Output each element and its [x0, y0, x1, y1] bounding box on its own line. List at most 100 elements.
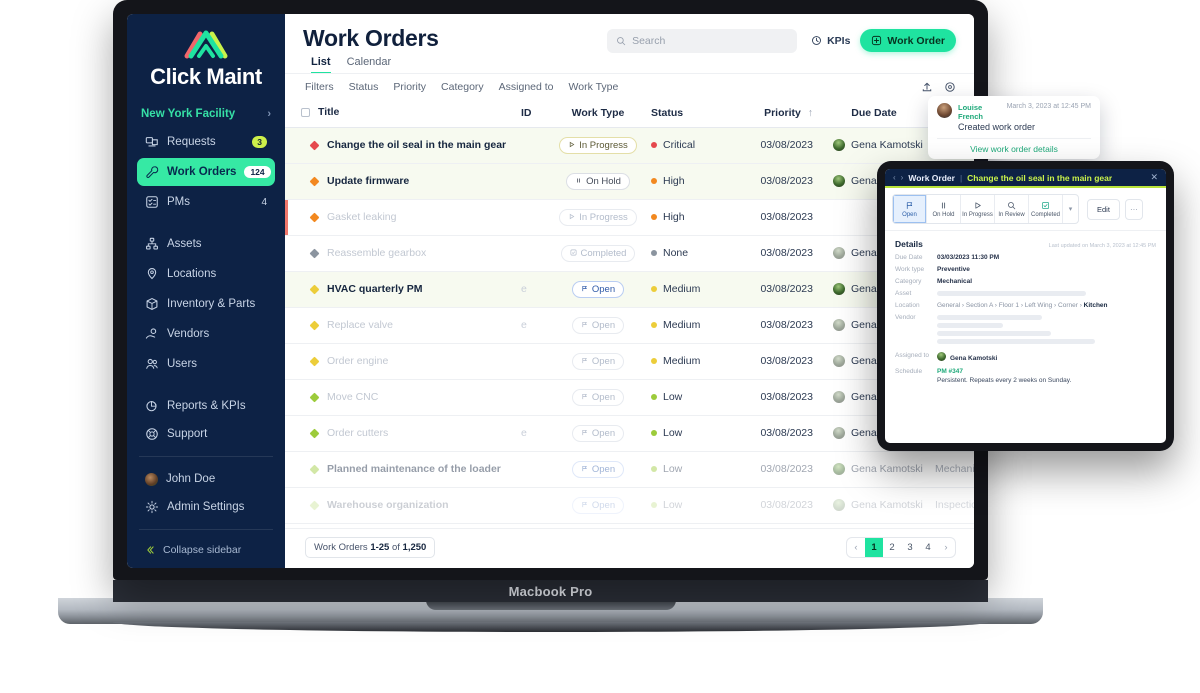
laptop-mockup: Macbook Pro Click Maint New York Facilit…	[58, 0, 1043, 632]
toast-user-name: Louise French	[958, 103, 984, 121]
priority-dot-icon	[651, 430, 657, 437]
sidebar-item-work-orders[interactable]: Work Orders 124	[137, 158, 275, 186]
column-header-title[interactable]: Title	[285, 99, 515, 128]
add-work-order-button[interactable]: Work Order	[860, 29, 956, 52]
cell-due-date: 03/08/2023	[727, 451, 819, 488]
flag-icon	[906, 201, 913, 209]
sidebar-item-reports-kpis[interactable]: Reports & KPIs	[137, 392, 275, 420]
work-orders-badge: 124	[244, 166, 271, 178]
detail-field-value-redacted	[937, 290, 1156, 296]
view-work-order-details-link[interactable]: View work order details	[937, 138, 1091, 159]
kpis-button[interactable]: KPIs	[811, 35, 850, 47]
status-chip-icon	[581, 392, 588, 403]
status-button-in-review[interactable]: In Review	[995, 195, 1029, 223]
priority-diamond-icon	[309, 284, 320, 295]
priority-label: Medium	[663, 319, 701, 332]
record-count-mid: of	[389, 542, 403, 553]
priority-label: Low	[663, 499, 683, 512]
sidebar-footer: Support John Doe Admin Settings Collapse…	[127, 420, 285, 568]
filter-filters[interactable]: Filters	[305, 81, 334, 93]
priority-value: Medium	[651, 283, 721, 295]
title-cell: Change the oil seal in the main gear	[301, 139, 509, 151]
brand-name: Click Maint	[150, 64, 262, 89]
detail-field-label: Assigned to	[895, 352, 929, 359]
sidebar-item-label: Work Orders	[167, 166, 237, 178]
priority-label: High	[663, 175, 685, 188]
table-row[interactable]: Order engineOpenMedium03/08/2023Gena Kam…	[285, 343, 974, 380]
table-row[interactable]: Update firmware On Hold High 03/08/2023 Gena…	[285, 163, 974, 200]
table-row[interactable]: Move CNCOpenLow03/08/2023Gena Kamotski	[285, 379, 974, 416]
work-order-title: Order engine	[327, 355, 389, 368]
cell-id	[515, 379, 551, 416]
table-row[interactable]: HVAC quarterly PM e Open Medium 03/08/2023 Ge…	[285, 271, 974, 308]
priority-value: Low	[651, 391, 721, 403]
close-icon[interactable]: ✕	[1150, 172, 1158, 183]
filter-category[interactable]: Category	[441, 81, 484, 93]
column-header-title-label: Title	[318, 106, 340, 119]
pagination-page-4[interactable]: 4	[919, 538, 937, 557]
sidebar-item-vendors[interactable]: Vendors	[137, 320, 275, 348]
status-chip-label: Open	[591, 319, 616, 331]
status-button-open[interactable]: Open	[893, 195, 927, 223]
tab-calendar[interactable]: Calendar	[347, 56, 392, 74]
filter-work-type[interactable]: Work Type	[569, 81, 619, 93]
schedule-pm-link[interactable]: PM #347	[937, 368, 963, 375]
status-more-dropdown[interactable]: ▾	[1063, 195, 1078, 223]
pagination-page-3[interactable]: 3	[901, 538, 919, 557]
filter-priority[interactable]: Priority	[393, 81, 426, 93]
column-header-id[interactable]: ID	[515, 99, 551, 128]
detail-field-label: Vendor	[895, 314, 916, 321]
facility-selector[interactable]: New York Facility ›	[141, 108, 271, 120]
details-section: Details Last updated on March 3, 2023 at…	[885, 231, 1166, 392]
table-row[interactable]: Replace valveeOpenMedium03/08/2023Gena K…	[285, 307, 974, 344]
table-row[interactable]: Reassemble gearbox Completed None 03/08/202…	[285, 235, 974, 272]
status-chip-icon	[581, 356, 588, 367]
sidebar-item-pms[interactable]: PMs 4	[137, 188, 275, 216]
settings-gear-icon[interactable]	[944, 81, 956, 93]
table-row[interactable]: Gasket leaking In Progress High 03/08/2023	[285, 199, 974, 236]
column-header-work-type[interactable]: Work Type	[551, 99, 645, 128]
detail-field-value: 03/03/2023 11:30 PM	[937, 254, 1000, 261]
table-row[interactable]: Change the oil seal in the main gear In P…	[285, 127, 974, 164]
search-input[interactable]: Search	[607, 29, 798, 53]
sidebar-item-support[interactable]: Support	[137, 420, 275, 448]
pagination-page-2[interactable]: 2	[883, 538, 901, 557]
table-row[interactable]: Planned maintenance of the loader Open Low…	[285, 451, 974, 488]
table-header-row: Title ID Work Type Status Priority ↑ Due…	[285, 99, 974, 128]
pagination-next[interactable]: ›	[937, 538, 955, 557]
export-icon[interactable]	[921, 81, 933, 93]
sidebar-item-locations[interactable]: Locations	[137, 260, 275, 288]
work-orders-table-container: Title ID Work Type Status Priority ↑ Due…	[285, 99, 974, 528]
more-actions-button[interactable]: ···	[1124, 198, 1143, 220]
sidebar-item-assets[interactable]: Assets	[137, 230, 275, 258]
filter-status[interactable]: Status	[349, 81, 379, 93]
header-row: Work Orders List Calendar Search KPIs Wo…	[303, 26, 956, 75]
status-button-in-progress[interactable]: In Progress	[961, 195, 995, 223]
column-header-due-date[interactable]: Due Date	[819, 99, 929, 128]
priority-dot-icon	[651, 178, 657, 185]
next-record-icon[interactable]: ›	[901, 173, 904, 182]
column-header-status[interactable]: Status	[645, 99, 727, 128]
edit-button[interactable]: Edit	[1087, 198, 1120, 220]
column-header-priority[interactable]: Priority ↑	[727, 99, 819, 128]
sidebar-item-user[interactable]: John Doe	[137, 465, 275, 493]
pagination-prev[interactable]: ‹	[847, 538, 865, 557]
select-all-checkbox[interactable]	[301, 107, 310, 117]
pagination-page-1[interactable]: 1	[865, 538, 883, 557]
sidebar-item-admin-settings[interactable]: Admin Settings	[137, 493, 275, 521]
tab-list[interactable]: List	[311, 56, 331, 75]
clickmaint-logo-icon	[184, 30, 228, 59]
collapse-sidebar-button[interactable]: Collapse sidebar	[137, 538, 275, 562]
priority-value: Medium	[651, 319, 721, 331]
table-row[interactable]: Warehouse organization Open Low 03/08/2023 G…	[285, 487, 974, 524]
table-row[interactable]: Order cutterseOpenLow03/08/2023Gena Kamo…	[285, 415, 974, 452]
status-button-on-hold[interactable]: On Hold	[927, 195, 961, 223]
sidebar-item-inventory-parts[interactable]: Inventory & Parts	[137, 290, 275, 318]
status-button-completed[interactable]: Completed	[1029, 195, 1063, 223]
prev-record-icon[interactable]: ‹	[893, 173, 896, 182]
sidebar-item-users[interactable]: Users	[137, 350, 275, 378]
avatar	[833, 139, 845, 152]
filter-assigned-to[interactable]: Assigned to	[499, 81, 554, 93]
detail-field-label: Category	[895, 278, 922, 285]
sidebar-item-requests[interactable]: Requests 3	[137, 128, 275, 156]
